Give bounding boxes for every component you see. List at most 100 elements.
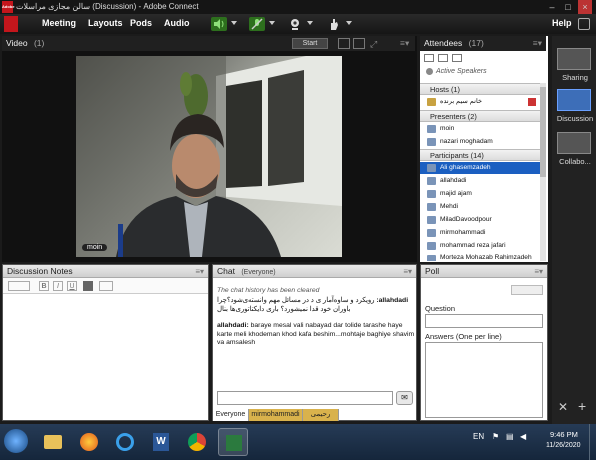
- participant-icon: [427, 216, 436, 224]
- adobe-connect-app-icon[interactable]: [218, 428, 248, 456]
- presenter-name: nazari moghadam: [440, 138, 493, 145]
- status-view-icon[interactable]: [452, 54, 462, 62]
- list-view-icon[interactable]: [424, 54, 434, 62]
- show-desktop-button[interactable]: [589, 424, 596, 460]
- send-message-icon[interactable]: ✉: [396, 391, 413, 405]
- volume-icon[interactable]: ◀: [520, 432, 526, 441]
- host-row[interactable]: خانم سیم برنده: [420, 96, 540, 108]
- participant-row[interactable]: Morteza Mohazab Rahimzadeh: [420, 253, 540, 261]
- expand-icon[interactable]: ⤢: [370, 37, 377, 52]
- participant-row[interactable]: majid ajam: [420, 188, 540, 200]
- text-color-icon[interactable]: [83, 281, 93, 291]
- menu-meeting[interactable]: Meeting: [42, 18, 76, 28]
- presenter-row[interactable]: nazari moghadam: [420, 136, 540, 148]
- maximize-icon[interactable]: □: [561, 0, 575, 14]
- chat-scope: (Everyone): [241, 269, 276, 276]
- pod-menu-icon[interactable]: ≡▾: [195, 265, 204, 278]
- video-pod-header: Video (1) Start ⤢ ≡▾: [2, 36, 415, 51]
- clock-time[interactable]: 9:46 PM: [550, 430, 578, 439]
- firefox-icon[interactable]: [74, 428, 104, 456]
- bold-icon[interactable]: B: [39, 281, 49, 291]
- layout-label-discussion: Discussion: [556, 114, 594, 123]
- raise-hand-icon[interactable]: [326, 17, 342, 31]
- input-language[interactable]: EN: [473, 432, 484, 441]
- start-webcam-button[interactable]: Start: [292, 38, 328, 49]
- webcam-icon[interactable]: [287, 17, 303, 31]
- menu-pods[interactable]: Pods: [130, 18, 152, 28]
- clock-date[interactable]: 11/26/2020: [546, 442, 581, 449]
- microphone-caret-icon[interactable]: [269, 21, 275, 25]
- attendees-scrollbar[interactable]: [540, 83, 546, 261]
- bullet-list-icon[interactable]: [99, 281, 113, 291]
- layout-thumb-collaboration[interactable]: [557, 132, 591, 154]
- poll-header: Poll ≡▾: [421, 265, 547, 278]
- add-layout-icon[interactable]: +: [578, 398, 586, 414]
- notes-text-area[interactable]: [3, 294, 208, 418]
- participant-row-selected[interactable]: Ali ghasemzadeh: [420, 162, 540, 174]
- pod-menu-icon[interactable]: ≡▾: [400, 36, 409, 51]
- question-label: Question: [425, 304, 456, 313]
- network-icon[interactable]: ▤: [506, 432, 514, 441]
- pod-menu-icon[interactable]: ≡▾: [403, 265, 412, 278]
- scrollbar-thumb[interactable]: [540, 87, 546, 177]
- tray-flag-icon[interactable]: ⚑: [492, 432, 499, 441]
- presenter-icon: [427, 125, 436, 133]
- close-icon[interactable]: ×: [578, 0, 592, 14]
- webcam-caret-icon[interactable]: [307, 21, 313, 25]
- layout-thumb-sharing[interactable]: [557, 48, 591, 70]
- pod-menu-icon[interactable]: ≡▾: [533, 36, 542, 51]
- layout-thumb-discussion[interactable]: [557, 89, 591, 111]
- chrome-icon[interactable]: [182, 428, 212, 456]
- menu-layouts[interactable]: Layouts: [88, 18, 123, 28]
- underline-icon[interactable]: U: [67, 281, 77, 291]
- question-input[interactable]: [425, 314, 543, 328]
- menu-help[interactable]: Help: [552, 18, 572, 28]
- hosts-section[interactable]: Hosts (1): [420, 83, 540, 95]
- file-explorer-icon[interactable]: [38, 428, 68, 456]
- minimize-icon[interactable]: –: [545, 0, 559, 14]
- microphone-off-icon[interactable]: [249, 17, 265, 31]
- tools-icon[interactable]: ✕: [558, 400, 568, 414]
- chat-title: Chat: [217, 266, 235, 276]
- speaker-caret-icon[interactable]: [231, 21, 237, 25]
- poll-pod: Poll ≡▾ Question Answers (One per line): [420, 264, 548, 421]
- presenters-section[interactable]: Presenters (2): [420, 110, 540, 122]
- participant-icon: [427, 203, 436, 211]
- participant-row[interactable]: mirmohammadi: [420, 227, 540, 239]
- internet-explorer-icon[interactable]: [110, 428, 140, 456]
- font-size-select[interactable]: [8, 281, 30, 291]
- participants-section[interactable]: Participants (14): [420, 149, 540, 161]
- participant-icon: [427, 164, 436, 172]
- grid-view-icon[interactable]: [338, 38, 350, 49]
- italic-icon[interactable]: I: [53, 281, 63, 291]
- chat-tab-private[interactable]: mirmohammadi: [249, 409, 303, 421]
- participant-row[interactable]: mohammad reza jafari: [420, 240, 540, 252]
- word-icon[interactable]: W: [146, 428, 176, 456]
- poll-type-select[interactable]: [511, 285, 543, 295]
- presenter-name: moin: [440, 125, 455, 132]
- status-caret-icon[interactable]: [346, 21, 352, 25]
- chat-pod: Chat (Everyone) ≡▾ The chat history has …: [212, 264, 417, 421]
- start-button-icon[interactable]: [4, 429, 28, 453]
- start-label: Start: [302, 40, 318, 47]
- participant-row[interactable]: Mehdi: [420, 201, 540, 213]
- notes-header: Discussion Notes ≡▾: [3, 265, 208, 278]
- presenter-row[interactable]: moin: [420, 123, 540, 135]
- chat-input[interactable]: [217, 391, 393, 405]
- video-pod-title: Video: [6, 38, 28, 48]
- chat-message: allahdadi: baraye mesal vali nabayad dar…: [217, 322, 415, 348]
- chat-tab-everyone[interactable]: Everyone: [213, 409, 249, 421]
- fullscreen-icon[interactable]: [578, 18, 590, 30]
- answers-input[interactable]: [425, 342, 543, 418]
- grid-view-icon[interactable]: [438, 54, 448, 62]
- participant-row[interactable]: MiladDavoodpour: [420, 214, 540, 226]
- speaker-icon[interactable]: [211, 17, 227, 31]
- chat-tab-private[interactable]: رحیمی: [303, 409, 339, 421]
- participant-row[interactable]: allahdadi: [420, 175, 540, 187]
- filmstrip-view-icon[interactable]: [353, 38, 365, 49]
- participant-name: Ali ghasemzadeh: [440, 164, 491, 171]
- participant-icon: [427, 255, 436, 261]
- pod-menu-icon[interactable]: ≡▾: [534, 265, 543, 278]
- menu-audio[interactable]: Audio: [164, 18, 190, 28]
- adobe-connect-icon: [4, 16, 18, 32]
